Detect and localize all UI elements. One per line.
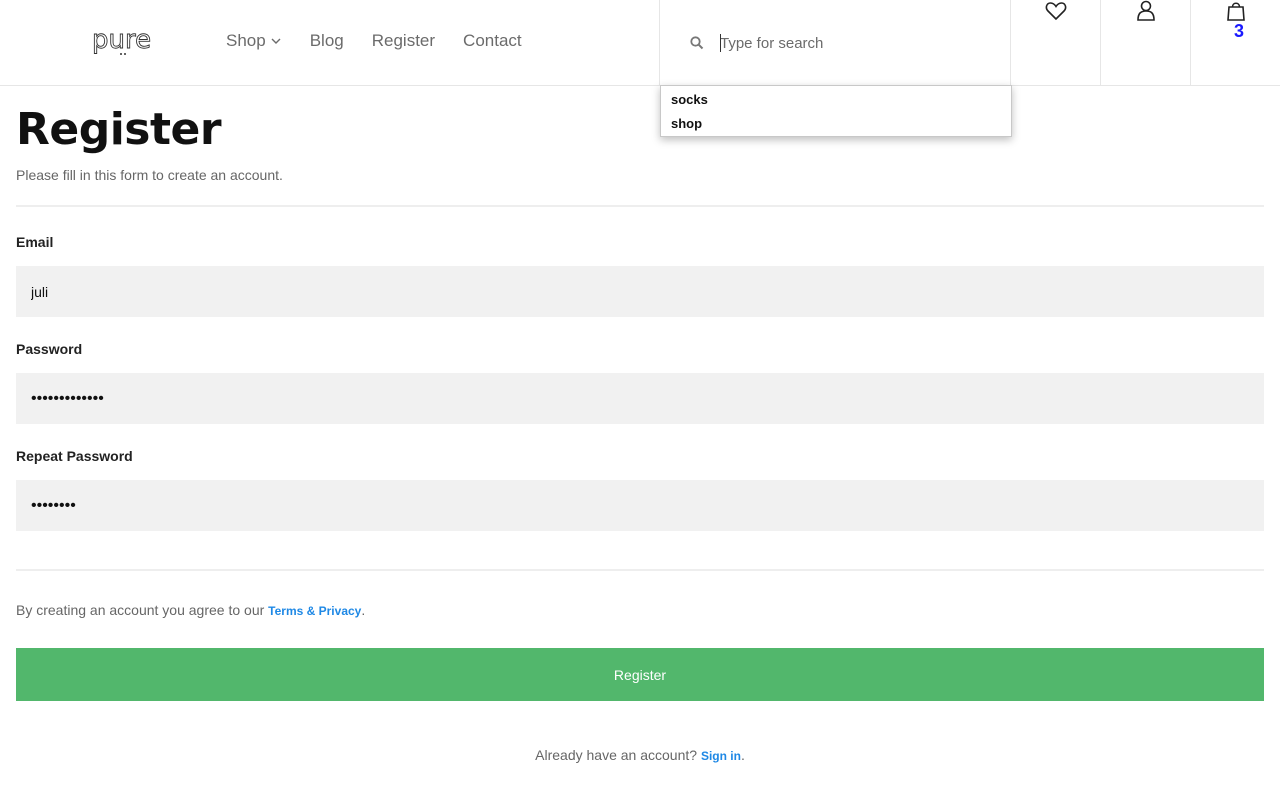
nav-contact[interactable]: Contact [463,31,522,51]
nav-blog-label: Blog [309,31,344,50]
email-label: Email [16,234,54,250]
nav-shop-label: Shop [226,31,266,50]
user-icon [1137,0,1155,21]
terms-suffix: . [361,602,366,618]
repeat-password-label: Repeat Password [16,448,133,464]
nav-shop[interactable]: Shop [226,31,282,51]
search-box [659,0,1011,86]
search-suggestions: socks shop [660,85,1012,137]
nav-contact-label: Contact [463,31,522,50]
page-subtitle: Please fill in this form to create an ac… [16,167,283,183]
signin-link[interactable]: Sign in [701,749,741,763]
account-button[interactable] [1101,0,1191,86]
suggestion-item[interactable]: shop [661,116,1011,140]
password-field[interactable] [16,373,1264,424]
cart-button[interactable]: 3 [1191,0,1280,86]
cart-count-badge: 3 [1234,21,1245,41]
signin-suffix: . [740,747,745,763]
repeat-password-field[interactable] [16,480,1264,531]
text-caret [720,34,721,52]
password-label: Password [16,341,83,357]
nav-blog[interactable]: Blog [310,31,344,51]
divider [16,569,1264,571]
wishlist-button[interactable] [1011,0,1101,86]
search-input[interactable] [720,30,990,56]
terms-privacy-link[interactable]: Terms & Privacy [268,604,361,618]
suggestion-item[interactable]: socks [661,92,1011,116]
chevron-down-icon [271,38,281,44]
site-header: pure Shop Blog Register Contact Type for… [0,0,1280,86]
divider [16,205,1264,207]
signin-prefix: Already have an account? [535,747,701,763]
heart-icon [1045,2,1067,21]
signin-text: Already have an account? Sign in. [0,747,1280,763]
main-nav: Shop Blog Register Contact [226,31,550,51]
nav-register-label: Register [371,31,436,50]
page-title: Register [16,104,222,155]
email-field[interactable] [16,266,1264,317]
nav-register[interactable]: Register [372,31,435,51]
terms-prefix: By creating an account you agree to our [16,602,269,618]
terms-text: By creating an account you agree to our … [16,602,365,618]
search-icon[interactable] [690,36,704,50]
svg-text:pure: pure [92,26,151,55]
register-button[interactable]: Register [16,648,1264,701]
logo[interactable]: pure [92,26,156,58]
shopping-bag-icon [1227,2,1245,21]
